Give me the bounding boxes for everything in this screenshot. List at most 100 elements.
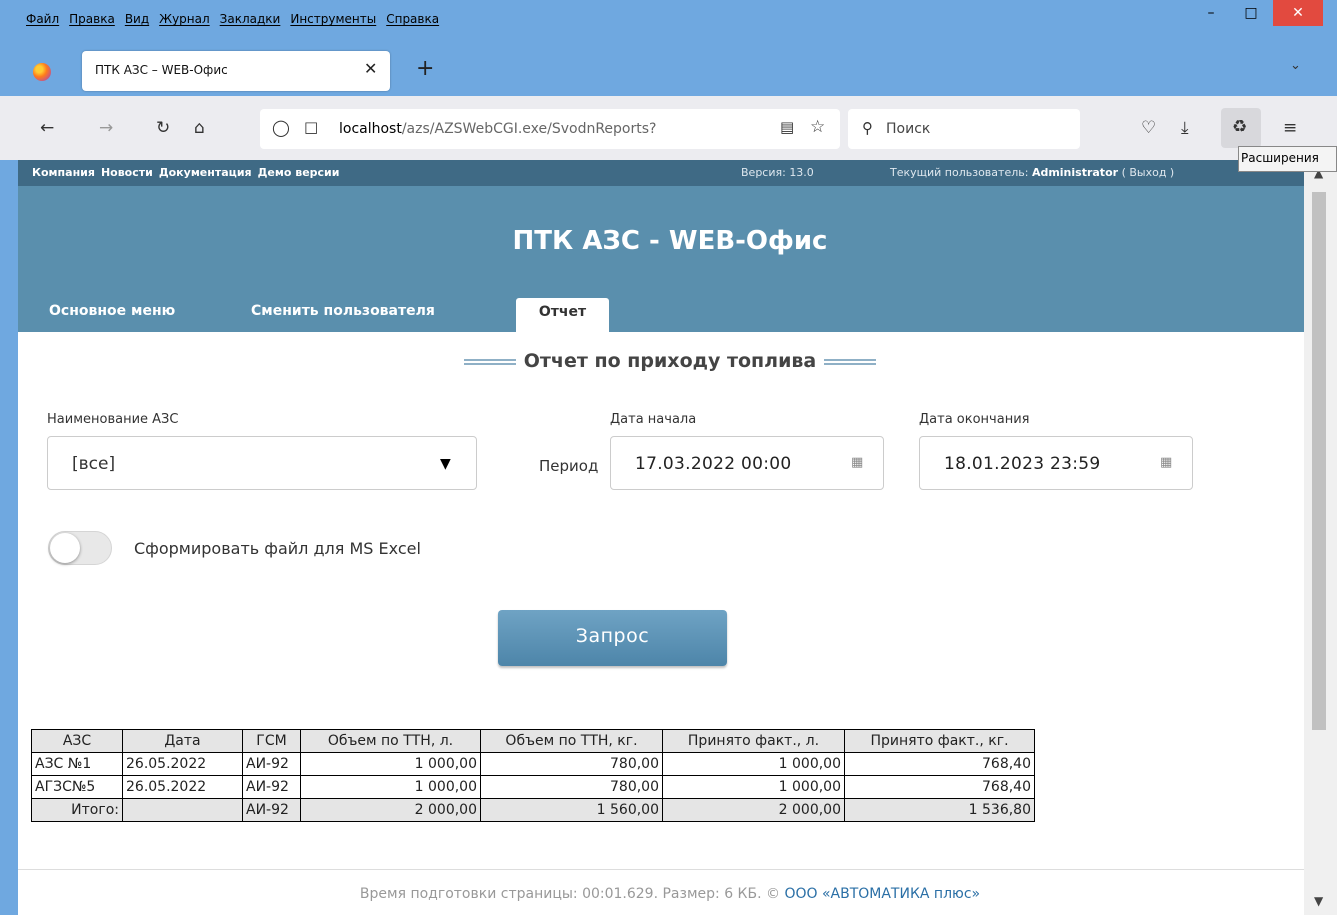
tab-change-user[interactable]: Сменить пользователя: [251, 303, 435, 319]
cell-date: 26.05.2022: [122, 752, 243, 776]
station-select[interactable]: [все] ▼: [47, 436, 477, 490]
cell-fuel: АИ-92: [242, 775, 301, 799]
link-demo[interactable]: Демо версии: [258, 166, 340, 179]
report-title: Отчет по приходу топлива: [18, 350, 1322, 372]
browser-menubar: Файл Правка Вид Журнал Закладки Инструме…: [0, 0, 1337, 40]
footer-text: Время подготовки страницы: 00:01.629. Ра…: [359, 886, 981, 902]
start-date-label: Дата начала: [610, 412, 697, 427]
window-close-button[interactable]: ✕: [1273, 0, 1323, 26]
list-tabs-chevron-icon[interactable]: ⌄: [1290, 58, 1301, 73]
minimize-button[interactable]: –: [1189, 0, 1233, 26]
shield-icon[interactable]: ◯: [272, 118, 290, 137]
menu-help[interactable]: Справка: [386, 12, 439, 26]
tab-main-menu[interactable]: Основное меню: [49, 303, 175, 319]
cell-date: 26.05.2022: [122, 775, 243, 799]
table-row: АЗС №1 26.05.2022 АИ-92 1 000,00 780,00 …: [31, 752, 1035, 776]
url-bar[interactable]: ◯ □ localhost/azs/AZSWebCGI.exe/SvodnRep…: [260, 109, 840, 149]
cell-fact-kg: 768,40: [844, 752, 1035, 776]
report-table: АЗС Дата ГСМ Объем по ТТН, л. Объем по Т…: [31, 729, 1035, 822]
firefox-logo-icon: [33, 63, 51, 81]
extensions-button[interactable]: ♻: [1221, 108, 1261, 148]
current-user: Текущий пользователь: Administrator ( Вы…: [890, 166, 1175, 179]
station-value: [все]: [72, 454, 116, 474]
col-ttn-liters: Объем по ТТН, л.: [300, 729, 481, 753]
scrollbar-thumb[interactable]: [1312, 192, 1326, 730]
start-date-value: 17.03.2022 00:00: [635, 454, 792, 474]
cell-station: АГЗС№5: [31, 775, 123, 799]
cell-ttn-liters: 1 000,00: [300, 775, 481, 799]
caret-down-icon: ▼: [440, 456, 451, 472]
back-arrow-icon[interactable]: ←: [40, 118, 54, 138]
menu-history[interactable]: Журнал: [159, 12, 210, 26]
table-row: АГЗС№5 26.05.2022 АИ-92 1 000,00 780,00 …: [31, 775, 1035, 799]
menu-bookmarks[interactable]: Закладки: [220, 12, 281, 26]
cell-total-ttn-kg: 1 560,00: [480, 798, 663, 822]
page-footer: Время подготовки страницы: 00:01.629. Ра…: [18, 869, 1322, 902]
tab-bar: ПТК АЗС – WEB-Офис ✕ + ⌄: [0, 40, 1337, 96]
extensions-tooltip: Расширения: [1238, 146, 1337, 172]
calendar-icon[interactable]: ▦: [1160, 455, 1172, 470]
user-name: Administrator: [1031, 166, 1119, 179]
company-link[interactable]: ООО «АВТОМАТИКА плюс»: [784, 886, 980, 902]
cell-fact-liters: 1 000,00: [662, 775, 845, 799]
cell-fact-liters: 1 000,00: [662, 752, 845, 776]
top-strip: Компания Новости Документация Демо верси…: [18, 160, 1322, 186]
pocket-icon[interactable]: ♡: [1141, 118, 1156, 138]
site-header: ПТК АЗС - WEB-Офис Основное меню Сменить…: [18, 186, 1322, 332]
toggle-knob: [50, 533, 80, 563]
home-icon[interactable]: ⌂: [194, 118, 205, 138]
end-date-value: 18.01.2023 23:59: [944, 454, 1101, 474]
downloads-icon[interactable]: ⤓: [1181, 118, 1189, 138]
reload-icon[interactable]: ↻: [156, 118, 170, 138]
cell-total-fuel: АИ-92: [242, 798, 301, 822]
excel-toggle[interactable]: [48, 531, 112, 565]
link-news[interactable]: Новости: [101, 166, 153, 179]
reader-view-icon[interactable]: ▤: [780, 118, 794, 136]
cell-total-fact-kg: 1 536,80: [844, 798, 1035, 822]
start-date-input[interactable]: 17.03.2022 00:00 ▦: [610, 436, 884, 490]
cell-total-ttn-liters: 2 000,00: [300, 798, 481, 822]
scroll-down-arrow-icon[interactable]: ▼: [1314, 894, 1323, 908]
excel-toggle-label: Сформировать файл для MS Excel: [134, 539, 421, 558]
table-header-row: АЗС Дата ГСМ Объем по ТТН, л. Объем по Т…: [31, 729, 1035, 753]
menu-file[interactable]: Файл: [26, 12, 59, 26]
hamburger-menu-icon[interactable]: ≡: [1283, 118, 1297, 138]
end-date-input[interactable]: 18.01.2023 23:59 ▦: [919, 436, 1193, 490]
cell-fact-kg: 768,40: [844, 775, 1035, 799]
cell-ttn-kg: 780,00: [480, 775, 663, 799]
title-deco-left: [463, 358, 516, 365]
tab-close-icon[interactable]: ✕: [364, 59, 377, 78]
col-fuel: ГСМ: [242, 729, 301, 753]
calendar-icon[interactable]: ▦: [851, 455, 863, 470]
col-fact-liters: Принято факт., л.: [662, 729, 845, 753]
tab-title: ПТК АЗС – WEB-Офис: [95, 63, 228, 77]
col-date: Дата: [122, 729, 243, 753]
version-label: Версия: 13.0: [741, 166, 814, 179]
browser-tab[interactable]: ПТК АЗС – WEB-Офис ✕: [82, 51, 390, 91]
menu-tools[interactable]: Инструменты: [290, 12, 376, 26]
menu-view[interactable]: Вид: [125, 12, 149, 26]
link-docs[interactable]: Документация: [159, 166, 252, 179]
forward-arrow-icon[interactable]: →: [99, 118, 113, 138]
search-bar[interactable]: ⚲ Поиск: [848, 109, 1080, 149]
col-fact-kg: Принято факт., кг.: [844, 729, 1035, 753]
logout-link[interactable]: ( Выход ): [1122, 166, 1175, 179]
title-deco-right: [824, 358, 877, 365]
link-company[interactable]: Компания: [32, 166, 95, 179]
cell-total-label: Итого:: [31, 798, 123, 822]
submit-button[interactable]: Запрос: [498, 610, 727, 666]
cell-total-date: [122, 798, 243, 822]
page-scrollbar[interactable]: ▲ ▼: [1304, 160, 1337, 915]
menu-edit[interactable]: Правка: [69, 12, 115, 26]
new-tab-plus-icon[interactable]: +: [416, 56, 434, 81]
maximize-button[interactable]: □: [1229, 0, 1273, 26]
tab-report[interactable]: Отчет: [516, 298, 609, 332]
end-date-label: Дата окончания: [919, 412, 1030, 427]
station-label: Наименование АЗС: [47, 412, 179, 427]
cell-ttn-liters: 1 000,00: [300, 752, 481, 776]
search-placeholder: Поиск: [886, 121, 931, 137]
bookmark-star-icon[interactable]: ☆: [810, 117, 825, 137]
navigation-bar: ← → ↻ ⌂ ◯ □ localhost/azs/AZSWebCGI.exe/…: [0, 96, 1337, 160]
cell-total-fact-liters: 2 000,00: [662, 798, 845, 822]
page-info-icon[interactable]: □: [304, 118, 318, 136]
